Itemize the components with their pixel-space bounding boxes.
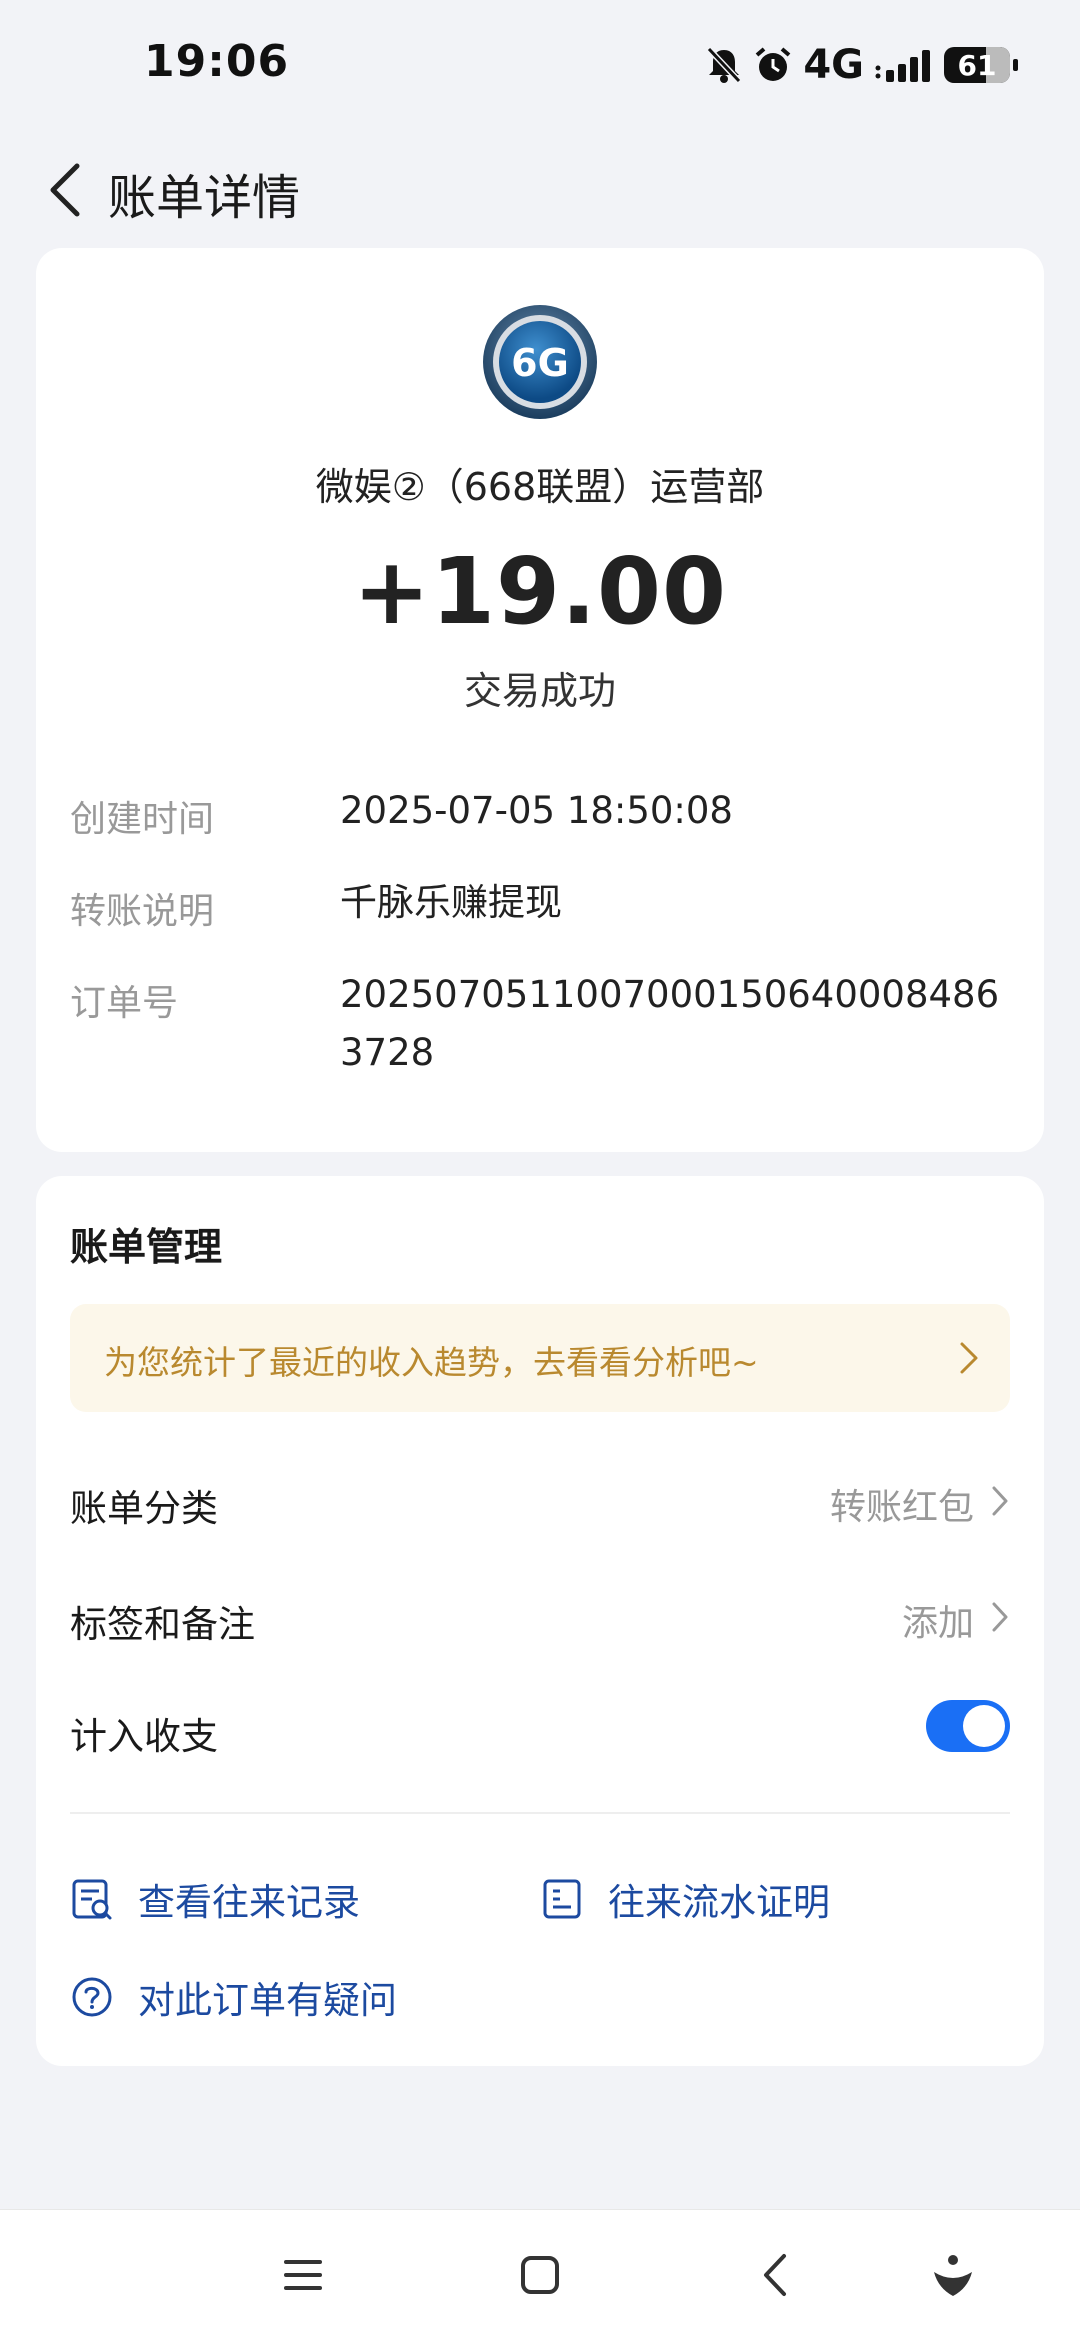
chevron-right-icon[interactable]	[990, 1484, 1010, 1518]
transfer-note-value: 千脉乐赚提现	[340, 881, 562, 924]
view-records-label: 查看往来记录	[138, 1881, 360, 1924]
divider	[70, 1812, 1010, 1814]
network-type: 4G	[803, 42, 864, 88]
order-number-value[interactable]: 2025070511007000150640008486 3728	[340, 966, 1030, 1082]
flow-proof-button[interactable]: 往来流水证明	[540, 1872, 830, 1926]
created-time-label: 创建时间	[70, 799, 215, 840]
battery-level: 61	[957, 48, 997, 82]
transfer-note-label: 转账说明	[70, 891, 215, 932]
bill-category-value[interactable]: 转账红包	[830, 1478, 974, 1530]
tags-notes-label: 标签和备注	[70, 1603, 255, 1646]
records-search-icon	[72, 1879, 112, 1920]
bill-category-label: 账单分类	[70, 1487, 218, 1530]
merchant-name: 微娱②（668联盟）运营部	[315, 465, 765, 509]
assistant-icon[interactable]	[928, 2250, 978, 2300]
bill-management-card: 账单管理 为您统计了最近的收入趋势，去看看分析吧~ 账单分类 转账红包 标签和备…	[36, 1176, 1044, 2066]
transaction-card: 6G 微娱②（668联盟）运营部 +19.00 交易成功 创建时间 2025-0…	[36, 248, 1044, 1152]
system-nav-bar	[0, 2209, 1080, 2340]
page-title: 账单详情	[108, 170, 301, 226]
alarm-icon	[756, 47, 791, 81]
order-question-label: 对此订单有疑问	[138, 1979, 397, 2022]
status-icons: 4G 61	[705, 40, 1018, 90]
order-question-button[interactable]: 对此订单有疑问	[70, 1970, 397, 2024]
transaction-status: 交易成功	[463, 669, 616, 713]
income-trend-banner[interactable]: 为您统计了最近的收入趋势，去看看分析吧~	[70, 1304, 1010, 1412]
created-time-value: 2025-07-05 18:50:08	[340, 789, 733, 832]
signal-icon	[875, 50, 930, 82]
back-chevron-icon	[50, 163, 80, 217]
tags-notes-value[interactable]: 添加	[902, 1594, 974, 1646]
include-in-balance-toggle[interactable]	[926, 1700, 1010, 1752]
help-circle-icon	[72, 1977, 112, 2017]
avatar-text: 6G	[511, 341, 569, 385]
order-number-label: 订单号	[70, 983, 179, 1024]
battery-icon: 61	[944, 47, 1018, 83]
view-records-button[interactable]: 查看往来记录	[70, 1872, 360, 1926]
transaction-amount: +19.00	[352, 538, 728, 645]
chevron-right-icon	[960, 1342, 978, 1374]
section-title: 账单管理	[70, 1225, 223, 1269]
banner-text: 为您统计了最近的收入趋势，去看看分析吧~	[104, 1343, 759, 1382]
mute-bell-icon	[707, 46, 742, 84]
page-header: 账单详情	[0, 130, 1080, 250]
menu-icon[interactable]	[278, 2250, 328, 2300]
merchant-avatar: 6G	[483, 305, 597, 419]
status-time: 19:06	[144, 36, 290, 87]
home-icon[interactable]	[515, 2250, 565, 2300]
toggle-knob	[963, 1705, 1005, 1747]
back-icon[interactable]	[752, 2250, 802, 2300]
include-in-balance-label: 计入收支	[70, 1715, 218, 1758]
document-icon	[543, 1879, 581, 1919]
flow-proof-label: 往来流水证明	[608, 1881, 830, 1924]
status-bar: 19:06 4G 61	[0, 0, 1080, 130]
chevron-right-icon[interactable]	[990, 1600, 1010, 1634]
back-button[interactable]	[30, 152, 100, 228]
